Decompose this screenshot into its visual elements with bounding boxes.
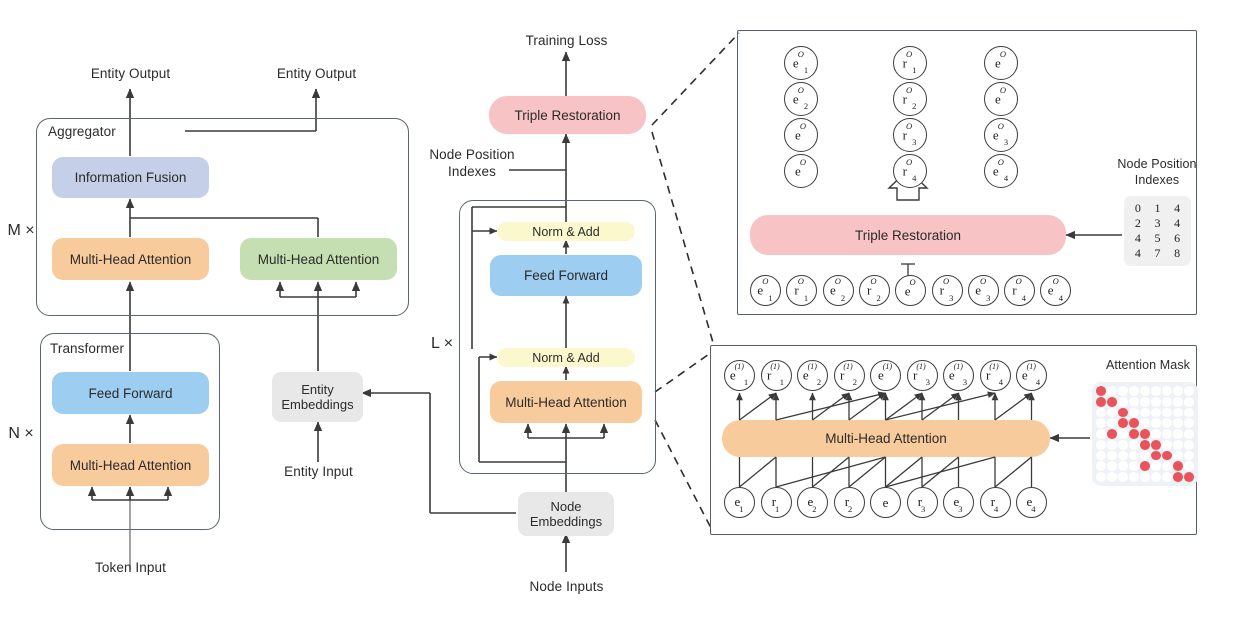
- mask-cell-r8-c5: [1140, 461, 1150, 472]
- mask-cell-r4-c5: [1140, 418, 1150, 429]
- attn-edge-in-1-2: [739, 456, 777, 488]
- attn-edge-out-5-8: [885, 391, 996, 421]
- mask-cell-r7-c6: [1151, 450, 1161, 461]
- mask-cell-r8-c4: [1129, 461, 1139, 472]
- mask-cell-r2-c1: [1096, 396, 1106, 407]
- mask-cell-r2-c8: [1173, 396, 1183, 407]
- attn-edge-in-5-8: [885, 456, 996, 488]
- attention-edge-layer: [736, 391, 1035, 488]
- mask-cell-r9-c5: [1140, 472, 1150, 482]
- mask-cell-r4-c8: [1173, 418, 1183, 429]
- mask-cell-r5-c6: [1151, 429, 1161, 439]
- mask-cell-r5-c8: [1173, 429, 1183, 439]
- mask-cell-r8-c6: [1151, 461, 1161, 472]
- mask-cell-r2-c7: [1162, 396, 1172, 407]
- attn-edge-out-8-9: [994, 392, 1032, 421]
- mask-cell-r2-c5: [1140, 396, 1150, 407]
- mask-cell-r9-c2: [1107, 472, 1117, 482]
- mask-cell-r7-c4: [1129, 450, 1139, 461]
- mask-cell-r6-c6: [1151, 439, 1161, 450]
- mask-cell-r2-c2: [1107, 396, 1117, 407]
- attn-edge-out-2-5: [775, 391, 887, 421]
- mask-cell-r9-c6: [1151, 472, 1161, 482]
- mask-cell-r4-c2: [1107, 418, 1117, 429]
- mask-cell-r7-c1: [1096, 450, 1106, 461]
- mask-cell-r6-c3: [1118, 439, 1128, 450]
- mask-cell-r6-c2: [1107, 439, 1117, 450]
- mask-cell-r4-c4: [1129, 418, 1139, 429]
- attn-edge-in-8-9: [994, 456, 1032, 488]
- attn-edge-in-2-5: [775, 456, 886, 488]
- mask-cell-r8-c7: [1162, 461, 1172, 472]
- mask-cell-r9-c9: [1184, 472, 1194, 482]
- mask-cell-r2-c9: [1184, 396, 1194, 407]
- mask-cell-r3-c6: [1151, 407, 1161, 418]
- mask-cell-r7-c8: [1173, 450, 1183, 461]
- mask-cell-r1-c6: [1151, 386, 1161, 396]
- attn-edge-out-1-2: [739, 392, 777, 421]
- mask-cell-r8-c1: [1096, 461, 1106, 472]
- mask-cell-r8-c9: [1184, 461, 1194, 472]
- mask-cell-r1-c7: [1162, 386, 1172, 396]
- mask-cell-r9-c3: [1118, 472, 1128, 482]
- mask-cell-r1-c8: [1173, 386, 1183, 396]
- mask-cell-r5-c4: [1129, 429, 1139, 439]
- mask-cell-r3-c3: [1118, 407, 1128, 418]
- mask-cell-r3-c4: [1129, 407, 1139, 418]
- mask-cell-r3-c1: [1096, 407, 1106, 418]
- mask-cell-r6-c1: [1096, 439, 1106, 450]
- mask-cell-r6-c9: [1184, 439, 1194, 450]
- mask-cell-r2-c3: [1118, 396, 1128, 407]
- mask-cell-r1-c1: [1096, 386, 1106, 396]
- mask-cell-r5-c3: [1118, 429, 1128, 439]
- mask-cell-r5-c1: [1096, 429, 1106, 439]
- mask-cell-r4-c9: [1184, 418, 1194, 429]
- diagram-canvas: Entity Output Entity Output Aggregator M…: [0, 0, 1242, 618]
- mask-cell-r4-c1: [1096, 418, 1106, 429]
- mask-cell-r1-c3: [1118, 386, 1128, 396]
- mask-cell-r3-c7: [1162, 407, 1172, 418]
- mask-cell-r5-c5: [1140, 429, 1150, 439]
- mask-cell-r2-c4: [1129, 396, 1139, 407]
- mask-cell-r7-c3: [1118, 450, 1128, 461]
- mask-cell-r5-c2: [1107, 429, 1117, 439]
- mask-cell-r1-c4: [1129, 386, 1139, 396]
- mask-cell-r6-c7: [1162, 439, 1172, 450]
- mask-cell-r4-c7: [1162, 418, 1172, 429]
- mask-cell-r3-c9: [1184, 407, 1194, 418]
- mask-cell-r7-c7: [1162, 450, 1172, 461]
- mask-cell-r8-c3: [1118, 461, 1128, 472]
- mask-cell-r9-c7: [1162, 472, 1172, 482]
- mask-cell-r9-c4: [1129, 472, 1139, 482]
- mask-cell-r6-c4: [1129, 439, 1139, 450]
- attention-mask-grid: [1092, 382, 1198, 486]
- mask-cell-r6-c5: [1140, 439, 1150, 450]
- mask-cell-r5-c7: [1162, 429, 1172, 439]
- mask-cell-r9-c1: [1096, 472, 1106, 482]
- mask-cell-r7-c5: [1140, 450, 1150, 461]
- mask-cell-r1-c2: [1107, 386, 1117, 396]
- mask-cell-r7-c2: [1107, 450, 1117, 461]
- mask-cell-r7-c9: [1184, 450, 1194, 461]
- mask-cell-r3-c8: [1173, 407, 1183, 418]
- mask-cell-r5-c9: [1184, 429, 1194, 439]
- mask-cell-r1-c5: [1140, 386, 1150, 396]
- mask-cell-r9-c8: [1173, 472, 1183, 482]
- mask-cell-r3-c2: [1107, 407, 1117, 418]
- mask-cell-r1-c9: [1184, 386, 1194, 396]
- mask-cell-r2-c6: [1151, 396, 1161, 407]
- mask-cell-r4-c6: [1151, 418, 1161, 429]
- mask-cell-r3-c5: [1140, 407, 1150, 418]
- mask-cell-r8-c8: [1173, 461, 1183, 472]
- mask-cell-r6-c8: [1173, 439, 1183, 450]
- attention-mask-title: Attention Mask: [1105, 358, 1191, 372]
- mask-cell-r4-c3: [1118, 418, 1128, 429]
- mask-cell-r8-c2: [1107, 461, 1117, 472]
